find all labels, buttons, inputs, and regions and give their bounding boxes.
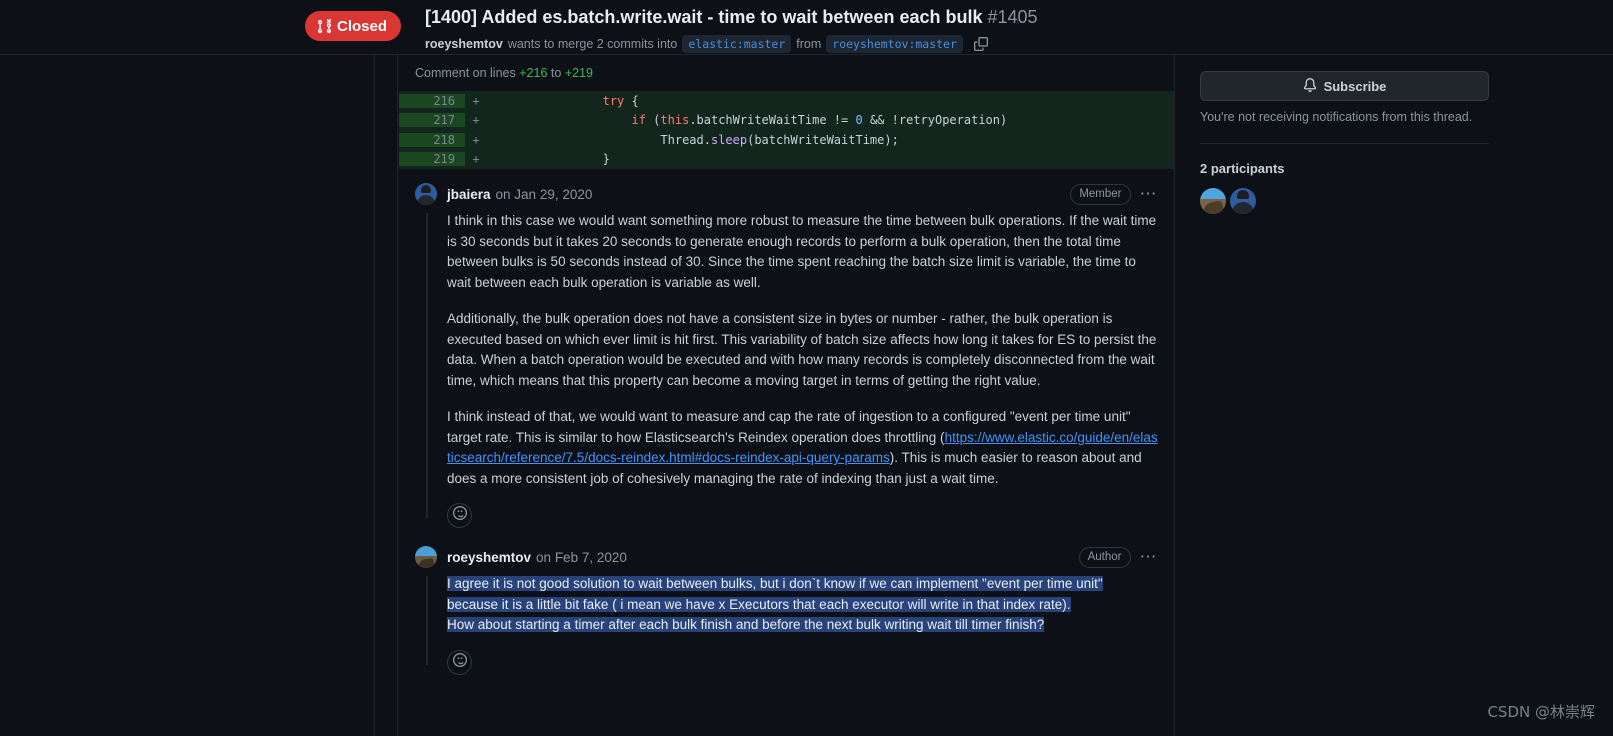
comment-jbaiera: jbaiera on Jan 29, 2020 Member ⋯ I think… bbox=[399, 169, 1174, 528]
pr-header: Closed [1400] Added es.batch.write.wait … bbox=[0, 0, 1613, 55]
kebab-menu-icon[interactable]: ⋯ bbox=[1140, 185, 1159, 202]
diff-row: 218 + Thread.sleep(batchWriteWaitTime); bbox=[399, 130, 1174, 150]
comment-paragraph-with-link: I think instead of that, we would want t… bbox=[447, 407, 1158, 489]
diff-line-code: } bbox=[487, 152, 610, 167]
comment-author[interactable]: jbaiera bbox=[447, 187, 491, 202]
participants-title: 2 participants bbox=[1200, 161, 1285, 176]
diff-line-sign: + bbox=[472, 132, 480, 147]
diff-end-line: +219 bbox=[564, 66, 593, 80]
head-branch-chip[interactable]: roeyshemtov:master bbox=[826, 34, 963, 53]
diff-line-number: 218 bbox=[399, 132, 465, 147]
avatar[interactable] bbox=[1200, 188, 1226, 214]
pr-title-text: [1400] Added es.batch.write.wait - time … bbox=[425, 7, 983, 27]
comment-date: on Jan 29, 2020 bbox=[495, 186, 593, 202]
page-root: Closed [1400] Added es.batch.write.wait … bbox=[0, 0, 1613, 736]
pr-subtitle: roeyshemtov wants to merge 2 commits int… bbox=[425, 34, 1038, 54]
base-branch-chip[interactable]: elastic:master bbox=[682, 34, 792, 53]
emoji-smiley-icon bbox=[452, 652, 467, 672]
avatar[interactable] bbox=[1230, 188, 1256, 214]
diff-line-number: 219 bbox=[399, 152, 465, 167]
add-reaction-button[interactable] bbox=[447, 503, 472, 528]
avatar[interactable] bbox=[415, 183, 437, 205]
comment-body: I agree it is not good solution to wait … bbox=[447, 568, 1158, 636]
selected-line-2: because it is a little bit fake ( i mean… bbox=[447, 596, 1071, 612]
bell-icon bbox=[1303, 77, 1317, 95]
watermark: CSDN @林崇辉 bbox=[1487, 703, 1595, 721]
comment-selected-text: I agree it is not good solution to wait … bbox=[447, 574, 1158, 636]
pull-request-closed-icon bbox=[317, 18, 332, 34]
diff-start-line: +216 bbox=[519, 66, 548, 80]
emoji-smiley-icon bbox=[452, 506, 467, 525]
pr-author-link[interactable]: roeyshemtov bbox=[425, 37, 503, 51]
from-text: from bbox=[796, 36, 822, 51]
left-thin-gutter bbox=[376, 55, 398, 736]
comment-paragraph: I think in this case we would want somet… bbox=[447, 213, 1157, 290]
conversation-column: Comment on lines +216 to +219 216 + try … bbox=[399, 55, 1175, 736]
comment-body: I think in this case we would want somet… bbox=[447, 205, 1158, 489]
role-badge: Author bbox=[1078, 546, 1131, 568]
comment-roeyshemtov: roeyshemtov on Feb 7, 2020 Author ⋯ I ag… bbox=[399, 528, 1174, 675]
diff-to-text: to bbox=[550, 66, 562, 80]
status-badge-label: Closed bbox=[337, 17, 388, 35]
diff-row: 217 + if (this.batchWriteWaitTime != 0 &… bbox=[399, 110, 1174, 130]
divider bbox=[1200, 143, 1489, 144]
selected-line-1: I agree it is not good solution to wait … bbox=[447, 576, 1103, 591]
diff-line-sign: + bbox=[472, 152, 480, 167]
participants-avatars bbox=[1200, 188, 1589, 214]
role-badge: Member bbox=[1070, 183, 1131, 205]
copy-icon[interactable] bbox=[971, 34, 991, 54]
comment-header: jbaiera on Jan 29, 2020 Member ⋯ bbox=[415, 183, 1158, 205]
add-reaction-button[interactable] bbox=[447, 649, 472, 675]
diff-line-number: 217 bbox=[399, 113, 465, 128]
selected-line-3: How about starting a timer after each bu… bbox=[447, 617, 1045, 632]
comment-date: on Feb 7, 2020 bbox=[536, 549, 627, 565]
merge-text: wants to merge 2 commits into bbox=[507, 36, 678, 51]
kebab-menu-icon[interactable]: ⋯ bbox=[1140, 548, 1159, 565]
diff-context-header: Comment on lines +216 to +219 bbox=[399, 55, 1174, 91]
thread-line bbox=[426, 576, 428, 665]
right-sidebar: Subscribe You're not receiving notificat… bbox=[1176, 55, 1613, 736]
diff-line-code: try { bbox=[602, 93, 639, 108]
diff-line-code: Thread.sleep(batchWriteWaitTime); bbox=[487, 132, 899, 147]
avatar[interactable] bbox=[415, 546, 437, 568]
page-title: [1400] Added es.batch.write.wait - time … bbox=[425, 6, 1038, 29]
comment-paragraph: Additionally, the bulk operation does no… bbox=[447, 311, 1157, 388]
comment-author[interactable]: roeyshemtov bbox=[447, 550, 531, 565]
diff-context-prefix: Comment on lines bbox=[415, 66, 516, 80]
diff-row: 216 + try { bbox=[399, 91, 1174, 111]
subscribe-label: Subscribe bbox=[1323, 78, 1387, 94]
status-badge: Closed bbox=[305, 11, 402, 41]
left-gutter bbox=[0, 55, 375, 736]
diff-line-code: if (this.batchWriteWaitTime != 0 && !ret… bbox=[631, 113, 1008, 128]
pr-number: #1405 bbox=[987, 7, 1038, 27]
diff-line-sign: + bbox=[472, 113, 480, 128]
diff-row: 219 + } bbox=[399, 149, 1174, 169]
diff-table: 216 + try { 217 + if (this.batchWriteWai… bbox=[399, 91, 1174, 169]
comment-header: roeyshemtov on Feb 7, 2020 Author ⋯ bbox=[415, 546, 1158, 568]
subscribe-button[interactable]: Subscribe bbox=[1200, 71, 1489, 101]
diff-line-number: 216 bbox=[399, 93, 465, 108]
thread-line bbox=[426, 213, 428, 518]
notification-note: You're not receiving notifications from … bbox=[1200, 110, 1473, 124]
diff-line-sign: + bbox=[472, 93, 480, 108]
